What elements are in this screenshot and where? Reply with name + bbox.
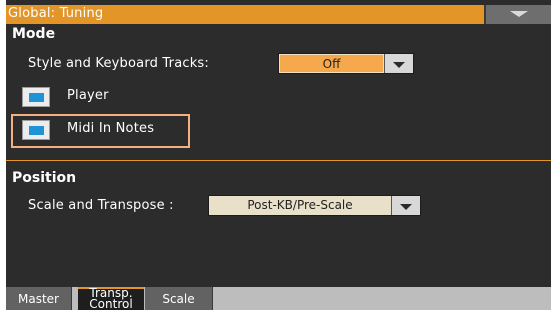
style-keyboard-dropdown-button[interactable] bbox=[384, 54, 413, 73]
page-title: Global: Tuning bbox=[8, 6, 104, 21]
checkbox-checked-indicator bbox=[29, 126, 44, 135]
scale-transpose-select[interactable]: Post-KB/Pre-Scale bbox=[208, 195, 421, 216]
chevron-down-icon bbox=[510, 11, 528, 17]
checkbox-checked-indicator bbox=[29, 93, 44, 102]
tab-bar: Master Transp. Control Scale bbox=[6, 287, 551, 310]
style-keyboard-tracks-select[interactable]: Off bbox=[278, 53, 414, 74]
tuning-screen: Global: Tuning Mode Style and Keyboard T… bbox=[6, 0, 551, 310]
mode-section-title: Mode bbox=[12, 26, 56, 42]
style-keyboard-tracks-value: Off bbox=[279, 54, 384, 73]
scale-transpose-label: Scale and Transpose : bbox=[28, 198, 174, 213]
midi-in-notes-label: Midi In Notes bbox=[67, 121, 155, 136]
chevron-down-icon bbox=[400, 204, 412, 210]
tab-master-label: Master bbox=[18, 292, 59, 306]
midi-in-notes-checkbox[interactable] bbox=[22, 120, 50, 140]
section-divider bbox=[6, 160, 551, 161]
tab-scale-label: Scale bbox=[162, 292, 195, 306]
player-checkbox[interactable] bbox=[22, 87, 50, 107]
chevron-down-icon bbox=[393, 62, 405, 68]
position-section-title: Position bbox=[12, 170, 77, 186]
tab-transp-control-label-line2: Control bbox=[89, 297, 133, 310]
style-keyboard-tracks-label: Style and Keyboard Tracks: bbox=[28, 56, 209, 71]
page-menu-button[interactable] bbox=[484, 5, 551, 24]
tab-transp-control[interactable]: Transp. Control bbox=[78, 287, 144, 310]
title-bar: Global: Tuning bbox=[6, 5, 551, 24]
player-label: Player bbox=[67, 88, 109, 103]
tab-scale[interactable]: Scale bbox=[145, 287, 213, 310]
tab-master[interactable]: Master bbox=[6, 287, 72, 310]
scale-transpose-value: Post-KB/Pre-Scale bbox=[247, 198, 353, 212]
scale-transpose-dropdown-button[interactable] bbox=[391, 196, 420, 215]
